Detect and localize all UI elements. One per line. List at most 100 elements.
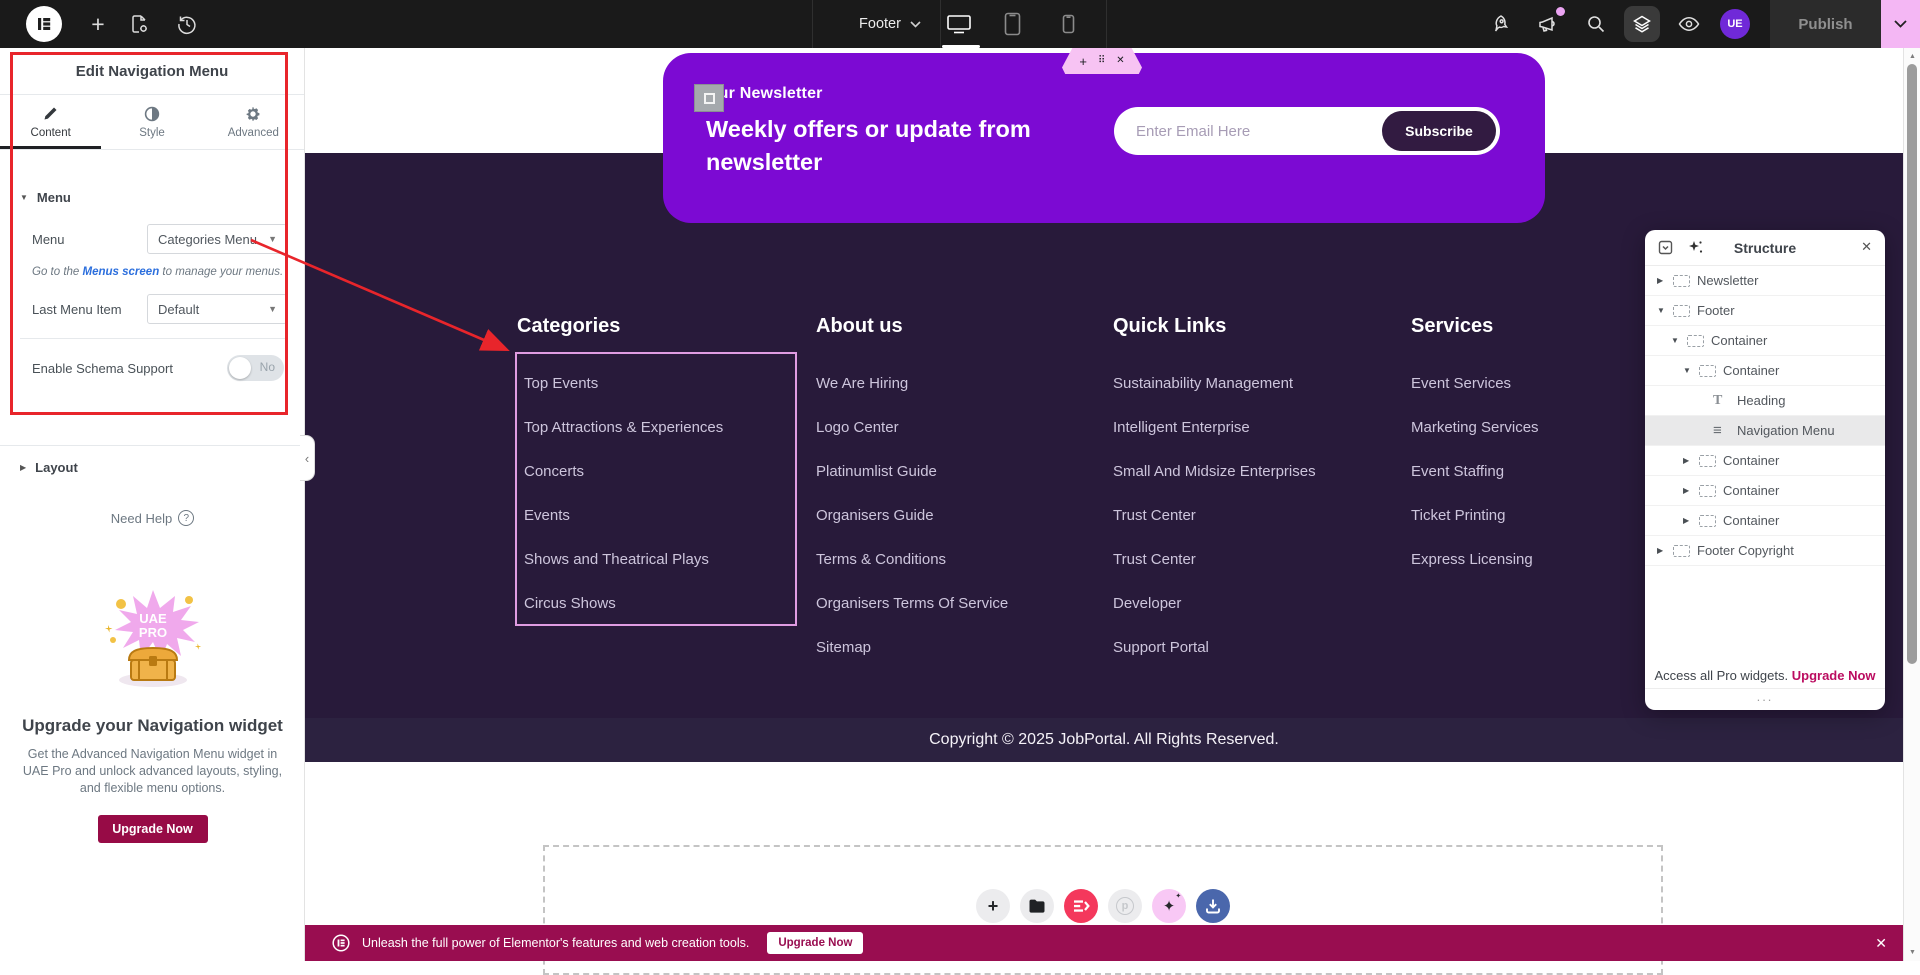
ai-sparkles-icon[interactable] [1687, 239, 1704, 256]
import-template-button[interactable] [1196, 889, 1230, 923]
upgrade-now-link[interactable]: Upgrade Now [1792, 668, 1876, 683]
footer-link[interactable]: Logo Center [816, 405, 1008, 449]
canvas-scrollbar[interactable]: ▲ ▼ [1903, 48, 1920, 961]
add-element-button[interactable]: + [84, 10, 112, 38]
banner-upgrade-button[interactable]: Upgrade Now [767, 932, 863, 954]
close-icon[interactable]: ✕ [1116, 56, 1124, 66]
column-heading[interactable]: Services [1411, 314, 1539, 338]
menus-screen-link[interactable]: Menus screen [83, 266, 160, 278]
column-heading[interactable]: Categories [517, 314, 723, 338]
scroll-down-icon[interactable]: ▼ [1904, 949, 1920, 956]
device-tablet-button[interactable] [1004, 12, 1021, 36]
footer-link[interactable]: Concerts [517, 449, 723, 493]
footer-link[interactable]: Intelligent Enterprise [1113, 405, 1316, 449]
footer-link[interactable]: Circus Shows [517, 581, 723, 625]
tree-caret-icon[interactable]: ▶ [1683, 456, 1699, 465]
subscribe-button[interactable]: Subscribe [1382, 111, 1496, 151]
panel-resize-handle[interactable]: ... [1645, 688, 1885, 710]
preview-button[interactable] [1678, 16, 1700, 32]
upgrade-now-button[interactable]: Upgrade Now [98, 815, 208, 843]
elementor-logo[interactable] [26, 6, 62, 42]
footer-link[interactable]: Event Staffing [1411, 449, 1539, 493]
footer-link[interactable]: Shows and Theatrical Plays [517, 537, 723, 581]
schema-toggle[interactable]: No [227, 355, 284, 381]
close-icon[interactable]: ✕ [1875, 935, 1887, 952]
footer-link[interactable]: Terms & Conditions [816, 537, 1008, 581]
tree-caret-icon[interactable]: ▶ [1657, 546, 1673, 555]
tree-item-label: Container [1723, 483, 1779, 498]
tree-caret-icon[interactable]: ▼ [1671, 336, 1687, 345]
add-icon[interactable]: + [1079, 55, 1087, 68]
kits-library-button[interactable] [1064, 889, 1098, 923]
structure-tree-row[interactable]: ▶ Container [1645, 476, 1885, 506]
structure-tree-row[interactable]: Navigation Menu [1645, 416, 1885, 446]
footer-copyright-bar[interactable]: Copyright © 2025 JobPortal. All Rights R… [305, 718, 1903, 762]
ai-builder-button[interactable]: ✦ [1152, 889, 1186, 923]
finder-search-button[interactable] [1586, 14, 1606, 34]
newsletter-banner[interactable]: Our Newsletter Weekly offers or update f… [663, 53, 1545, 223]
structure-tree-row[interactable]: Heading [1645, 386, 1885, 416]
panel-collapse-handle[interactable]: ‹ [300, 435, 315, 481]
footer-link[interactable]: Events [517, 493, 723, 537]
footer-link[interactable]: Platinumlist Guide [816, 449, 1008, 493]
structure-tree-row[interactable]: ▼ Footer [1645, 296, 1885, 326]
footer-link[interactable]: Top Events [517, 361, 723, 405]
scroll-up-icon[interactable]: ▲ [1904, 53, 1920, 60]
last-menu-item-select[interactable]: Default ▼ [147, 294, 287, 324]
widget-drag-handle[interactable] [694, 84, 724, 112]
page-switcher[interactable]: Footer [828, 0, 952, 48]
publish-button[interactable]: Publish [1770, 0, 1881, 48]
menu-select[interactable]: Categories Menu ▼ [147, 224, 287, 254]
structure-tree-row[interactable]: ▼ Container [1645, 356, 1885, 386]
footer-link[interactable]: Trust Center [1113, 537, 1316, 581]
footer-link[interactable]: We Are Hiring [816, 361, 1008, 405]
history-button[interactable] [176, 13, 198, 35]
scrollbar-thumb[interactable] [1907, 64, 1917, 664]
device-desktop-button[interactable] [946, 14, 972, 34]
pexels-button[interactable]: p [1108, 889, 1142, 923]
footer-link[interactable]: Small And Midsize Enterprises [1113, 449, 1316, 493]
tree-caret-icon[interactable]: ▼ [1657, 306, 1673, 315]
tree-caret-icon[interactable]: ▼ [1683, 366, 1699, 375]
structure-tree-row[interactable]: ▶ Footer Copyright [1645, 536, 1885, 566]
footer-link[interactable]: Trust Center [1113, 493, 1316, 537]
structure-toggle-button[interactable] [1624, 6, 1660, 42]
add-section-button[interactable]: + [976, 889, 1010, 923]
drag-handle-icon[interactable]: ⠿ [1098, 56, 1105, 66]
footer-link[interactable]: Ticket Printing [1411, 493, 1539, 537]
tab-advanced[interactable]: Advanced [203, 95, 304, 149]
tab-content[interactable]: Content [0, 95, 101, 149]
footer-link[interactable]: Event Services [1411, 361, 1539, 405]
footer-link[interactable]: Developer [1113, 581, 1316, 625]
footer-link[interactable]: Top Attractions & Experiences [517, 405, 723, 449]
footer-link[interactable]: Marketing Services [1411, 405, 1539, 449]
section-menu-header[interactable]: ▼ Menu [0, 176, 304, 218]
structure-tree-row[interactable]: ▶ Newsletter [1645, 266, 1885, 296]
tree-caret-icon[interactable]: ▶ [1683, 486, 1699, 495]
launchpad-button[interactable] [1490, 13, 1512, 35]
close-icon[interactable]: ✕ [1861, 239, 1872, 255]
footer-link[interactable]: Organisers Guide [816, 493, 1008, 537]
footer-link[interactable]: Support Portal [1113, 625, 1316, 669]
collapse-all-button[interactable] [1658, 240, 1673, 255]
structure-tree-row[interactable]: ▼ Container [1645, 326, 1885, 356]
column-heading[interactable]: Quick Links [1113, 314, 1316, 338]
need-help-link[interactable]: Need Help ? [0, 510, 305, 526]
tab-style[interactable]: Style [101, 95, 202, 149]
user-avatar[interactable]: UE [1720, 9, 1750, 39]
structure-tree-row[interactable]: ▶ Container [1645, 506, 1885, 536]
column-heading[interactable]: About us [816, 314, 1008, 338]
device-mobile-button[interactable] [1062, 14, 1075, 34]
structure-tree-row[interactable]: ▶ Container [1645, 446, 1885, 476]
footer-link[interactable]: Organisers Terms Of Service [816, 581, 1008, 625]
footer-link[interactable]: Express Licensing [1411, 537, 1539, 581]
section-layout-header[interactable]: ▶ Layout [0, 446, 304, 488]
page-settings-button[interactable] [128, 13, 150, 35]
publish-options-button[interactable] [1881, 0, 1920, 48]
footer-link[interactable]: Sitemap [816, 625, 1008, 669]
footer-link[interactable]: Sustainability Management [1113, 361, 1316, 405]
tree-caret-icon[interactable]: ▶ [1683, 516, 1699, 525]
add-template-button[interactable] [1020, 889, 1054, 923]
tree-caret-icon[interactable]: ▶ [1657, 276, 1673, 285]
whats-new-button[interactable] [1536, 13, 1558, 35]
